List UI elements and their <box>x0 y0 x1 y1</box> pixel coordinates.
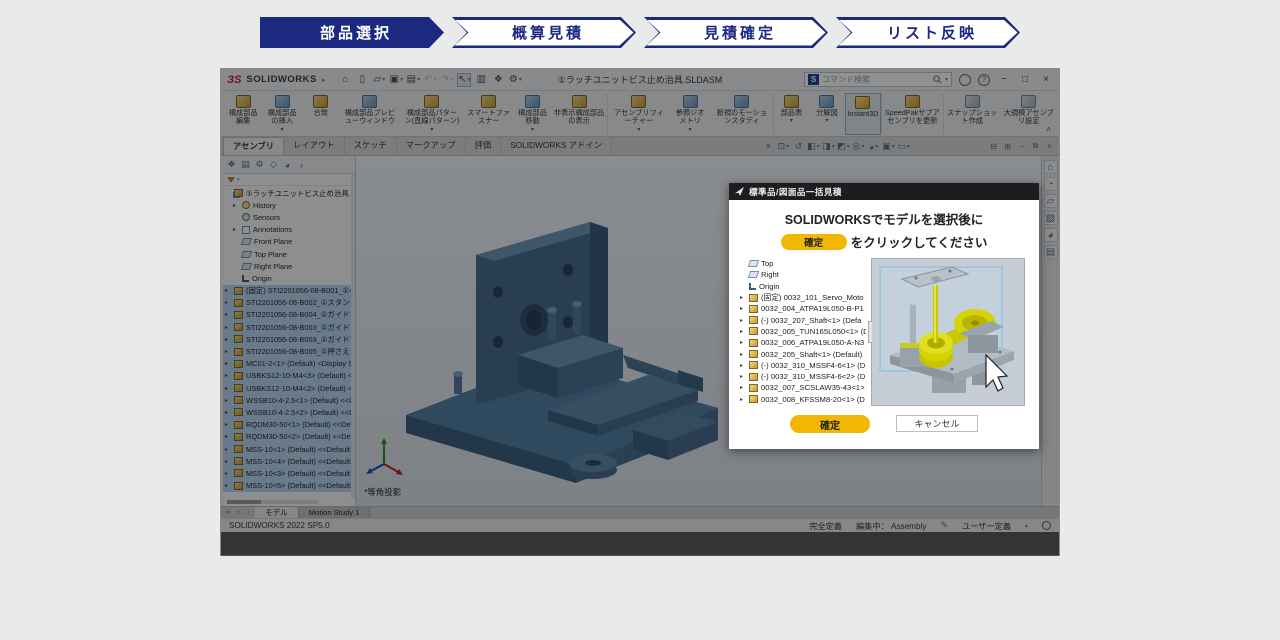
breadcrumb-step[interactable]: 概算見積 <box>452 17 636 48</box>
tree-item-label: 0032_005_TUN165L050<1> (D <box>761 327 866 336</box>
expand-icon[interactable]: ▸ <box>740 305 746 312</box>
tree-row[interactable]: ▸ Right <box>738 269 866 280</box>
dialog-logo-icon <box>735 187 744 196</box>
model-preview <box>871 258 1025 406</box>
cancel-button[interactable]: キャンセル <box>896 415 978 432</box>
tree-row[interactable]: ▸ 0032_005_TUN165L050<1> (D <box>738 326 866 337</box>
instruction-line2-text: をクリックしてください <box>851 232 988 251</box>
part-icon <box>749 339 758 347</box>
part-icon <box>749 395 758 403</box>
expand-icon[interactable]: ▸ <box>740 317 746 324</box>
instruction-line2: 確定 をクリックしてください <box>729 232 1039 251</box>
dialog-titlebar[interactable]: 標準品/図面品一括見積 <box>729 183 1039 200</box>
part-icon <box>749 373 758 381</box>
tree-row[interactable]: ▸ Origin <box>738 281 866 292</box>
part-icon <box>749 361 758 369</box>
tree-item-label: Top <box>761 259 773 268</box>
confirm-pill-inline: 確定 <box>781 234 847 250</box>
instruction-line1: SOLIDWORKSでモデルを選択後に <box>729 209 1039 228</box>
plane-icon <box>748 260 759 267</box>
part-icon <box>749 305 758 313</box>
dialog-title: 標準品/図面品一括見積 <box>749 186 842 198</box>
tree-row[interactable]: ▸ (-) 0032_207_Shaft<1> (Defa <box>738 314 866 325</box>
expand-icon[interactable]: ▸ <box>740 339 746 346</box>
breadcrumb-step-label: 見積確定 <box>644 17 828 48</box>
breadcrumb-step-label: 概算見積 <box>452 17 636 48</box>
tree-row[interactable]: ▸ (-) 0032_310_MSSF4-6<2> (D <box>738 371 866 382</box>
breadcrumb-step-label: 部品選択 <box>260 17 444 48</box>
tree-row[interactable]: ▸ (-) 0032_310_MSSF4-6<1> (D <box>738 360 866 371</box>
tree-row[interactable]: ▸ 0032_008_KFSSM8-20<1> (D <box>738 394 866 405</box>
dialog-buttons: 確定 キャンセル <box>729 415 1039 433</box>
tree-item-label: (-) 0032_207_Shaft<1> (Defa <box>761 316 861 325</box>
part-icon <box>749 384 758 392</box>
dialog-panes: ▸ Top ▸ Right ▸ Origin ▸ (固定) 0032_101_S… <box>729 258 1039 406</box>
origin-icon <box>749 283 756 290</box>
tree-row[interactable]: ▸ 0032_006_ATPA19L050-A-N3 <box>738 337 866 348</box>
confirm-button[interactable]: 確定 <box>790 415 870 433</box>
tree-row[interactable]: ▸ 0032_007_SCSLAW35-43<1> <box>738 382 866 393</box>
tree-item-label: (-) 0032_310_MSSF4-6<2> (D <box>761 372 865 381</box>
breadcrumb-step-label: リスト反映 <box>836 17 1020 48</box>
part-icon <box>749 316 758 324</box>
dialog-feature-tree: ▸ Top ▸ Right ▸ Origin ▸ (固定) 0032_101_S… <box>738 258 866 406</box>
tree-item-label: 0032_007_SCSLAW35-43<1> <box>761 383 865 392</box>
batch-estimate-dialog: 標準品/図面品一括見積 SOLIDWORKSでモデルを選択後に 確定 をクリック… <box>729 183 1039 449</box>
solidworks-window: ЗS SOLIDWORKS ▸ ⌂▯▱▣▤↶↷↖▥❖⚙ ①ラッチユニットビス止め… <box>220 68 1060 556</box>
tree-item-label: 0032_006_ATPA19L050-A-N3 <box>761 338 864 347</box>
tree-item-label: (-) 0032_310_MSSF4-6<1> (D <box>761 361 865 370</box>
part-icon <box>749 350 758 358</box>
expand-icon[interactable]: ▸ <box>740 351 746 358</box>
breadcrumb-step[interactable]: 見積確定 <box>644 17 828 48</box>
part-icon <box>749 294 758 302</box>
tree-item-label: 0032_205_Shaft<1> (Default) <box>761 350 862 359</box>
tree-row[interactable]: ▸ Top <box>738 258 866 269</box>
expand-icon[interactable]: ▸ <box>740 396 746 403</box>
part-icon <box>749 327 758 335</box>
tree-row[interactable]: ▸ (固定) 0032_101_Servo_Moto <box>738 292 866 303</box>
expand-icon[interactable]: ▸ <box>740 373 746 380</box>
tree-item-label: Right <box>761 270 779 279</box>
tree-item-label: Origin <box>759 282 780 291</box>
tree-item-label: (固定) 0032_101_Servo_Moto <box>761 292 864 303</box>
splitter-handle[interactable] <box>868 321 872 343</box>
plane-icon <box>748 271 759 278</box>
tree-row[interactable]: ▸ 0032_004_ATPA19L050-B-P1 <box>738 303 866 314</box>
breadcrumb-step[interactable]: リスト反映 <box>836 17 1020 48</box>
expand-icon[interactable]: ▸ <box>740 362 746 369</box>
expand-icon[interactable]: ▸ <box>740 384 746 391</box>
tree-row[interactable]: ▸ 0032_205_Shaft<1> (Default) <box>738 348 866 359</box>
tree-item-label: 0032_004_ATPA19L050-B-P1 <box>761 304 864 313</box>
breadcrumb-step[interactable]: 部品選択 <box>260 17 444 48</box>
expand-icon[interactable]: ▸ <box>740 294 746 301</box>
expand-icon[interactable]: ▸ <box>740 328 746 335</box>
preview-model <box>872 259 1024 405</box>
workflow-breadcrumb: 部品選択 概算見積 見積確定 リスト反映 <box>260 17 1020 48</box>
tree-item-label: 0032_008_KFSSM8-20<1> (D <box>761 395 865 404</box>
